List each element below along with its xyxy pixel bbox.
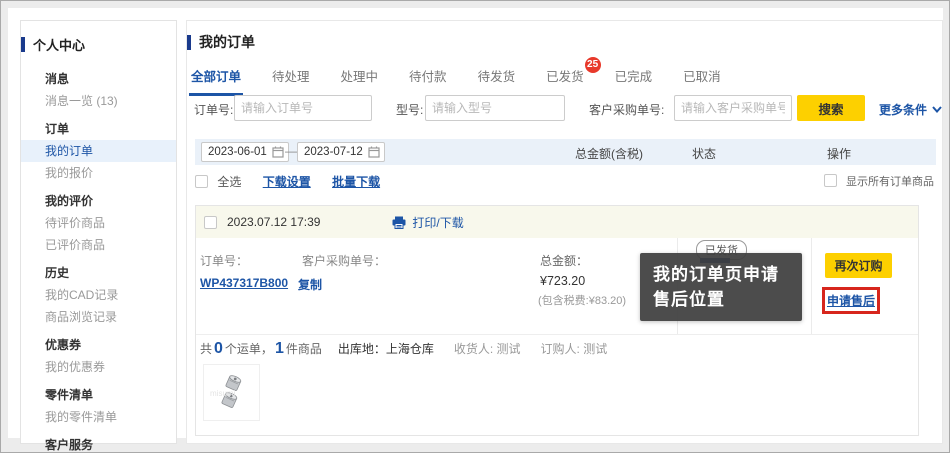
tab-completed[interactable]: 已完成 — [613, 66, 655, 96]
filter-bar: 2023-06-01 — 2023-07-12 总金额(含税) 状态 操作 — [195, 139, 936, 165]
model-label: 型号: — [396, 101, 423, 118]
order-select-checkbox[interactable] — [204, 216, 217, 229]
order-no-field-label: 订单号： — [200, 252, 248, 269]
sidebar-item-message-list[interactable]: 消息一览 (13) — [21, 90, 176, 112]
list-toolbar: 全选 下载设置 批量下载 显示所有订单商品 — [195, 173, 936, 191]
order-card-body: 订单号： 客户采购单号： 总金额： WP437317B800 复制 ¥723.2… — [196, 238, 918, 334]
shipments-mid: 个运单， — [225, 342, 273, 356]
column-header-amount: 总金额(含税) — [575, 145, 643, 162]
column-header-action: 操作 — [827, 145, 851, 162]
title-accent-bar — [21, 37, 25, 52]
order-no-input[interactable] — [234, 95, 372, 121]
page-background: 个人中心 消息 消息一览 (13) 订单 我的订单 我的报价 我的评价 待评价商… — [8, 8, 943, 438]
thumbnail-watermark: misumi — [210, 389, 235, 398]
sidebar-section-reviews: 我的评价 — [21, 190, 176, 212]
sidebar-section-coupons: 优惠券 — [21, 334, 176, 356]
amount-field-label: 总金额： — [540, 252, 588, 269]
sidebar-item-browse-history[interactable]: 商品浏览记录 — [21, 306, 176, 328]
show-all-items-label: 显示所有订单商品 — [846, 176, 934, 188]
po-input[interactable] — [674, 95, 792, 121]
more-filters-link[interactable]: 更多条件 — [879, 101, 942, 118]
column-header-status: 状态 — [692, 145, 716, 162]
items-count: 1 — [273, 340, 286, 357]
order-summary-line: 共0个运单，1件商品 出库地：上海仓库 收货人: 测试 订购人: 测试 — [200, 340, 607, 358]
printer-icon — [392, 216, 406, 229]
show-all-items-checkbox[interactable] — [824, 174, 837, 187]
date-range-dash: — — [285, 144, 297, 158]
sidebar-item-done-reviews[interactable]: 已评价商品 — [21, 234, 176, 256]
sidebar-section-messages: 消息 — [21, 68, 176, 90]
calendar-icon — [368, 146, 380, 158]
sidebar-section-customer-service: 客户服务 — [21, 434, 176, 453]
order-datetime: 2023.07.12 17:39 — [227, 215, 320, 229]
sidebar-item-cad-history[interactable]: 我的CAD记录 — [21, 284, 176, 306]
order-card-header: 2023.07.12 17:39 打印/下载 — [196, 206, 918, 238]
po-field-label: 客户采购单号： — [302, 252, 386, 269]
product-thumbnail[interactable]: misumi — [203, 364, 260, 421]
annotation-tooltip: 我的订单页申请售后位置 — [640, 253, 802, 321]
tab-pending[interactable]: 待处理 — [270, 66, 312, 96]
after-sales-highlight-box: 申请售后 — [822, 287, 880, 314]
reorder-button[interactable]: 再次订购 — [825, 253, 892, 278]
column-divider — [811, 238, 812, 334]
sidebar-title-row: 个人中心 — [21, 35, 176, 54]
warehouse-info: 出库地：上海仓库 — [338, 342, 434, 356]
sidebar-section-history: 历史 — [21, 262, 176, 284]
select-all-label: 全选 — [217, 175, 241, 189]
items-suffix: 件商品 — [286, 342, 322, 356]
date-from-field[interactable]: 2023-06-01 — [201, 142, 289, 162]
batch-download-link[interactable]: 批量下载 — [332, 175, 380, 189]
sidebar-section-orders: 订单 — [21, 118, 176, 140]
print-download-link[interactable]: 打印/下载 — [392, 214, 463, 231]
shipped-count-badge: 25 — [585, 57, 601, 73]
more-filters-label: 更多条件 — [879, 101, 927, 118]
shipments-prefix: 共 — [200, 342, 212, 356]
calendar-icon — [272, 146, 284, 158]
po-label: 客户采购单号: — [589, 101, 664, 118]
screenshot-frame: 个人中心 消息 消息一览 (13) 订单 我的订单 我的报价 我的评价 待评价商… — [0, 0, 950, 453]
show-all-items-control: 显示所有订单商品 — [824, 173, 934, 189]
search-row: 订单号: 型号: 客户采购单号: 搜索 更多条件 — [187, 95, 944, 121]
order-tax-note: (包含税费:¥83.20) — [538, 292, 626, 308]
sidebar-item-pending-reviews[interactable]: 待评价商品 — [21, 212, 176, 234]
sidebar-item-my-orders[interactable]: 我的订单 — [21, 140, 176, 162]
sidebar: 个人中心 消息 消息一览 (13) 订单 我的订单 我的报价 我的评价 待评价商… — [20, 20, 177, 444]
select-all-checkbox[interactable] — [195, 175, 208, 188]
tab-awaiting-payment[interactable]: 待付款 — [407, 66, 449, 96]
title-accent-bar — [187, 35, 191, 50]
order-card: 2023.07.12 17:39 打印/下载 订单号： 客户采购单号： 总金额：… — [195, 205, 919, 436]
sidebar-title: 个人中心 — [33, 35, 85, 54]
order-status-tabs: 全部订单 待处理 处理中 待付款 待发货 已发货25 已完成 已取消 — [189, 66, 942, 96]
apply-after-sales-link[interactable]: 申请售后 — [827, 292, 875, 309]
tab-cancelled[interactable]: 已取消 — [681, 66, 723, 96]
order-amount: ¥723.20 — [540, 274, 585, 288]
download-settings-link[interactable]: 下载设置 — [263, 175, 311, 189]
tab-processing[interactable]: 处理中 — [339, 66, 381, 96]
tab-shipped[interactable]: 已发货25 — [544, 66, 586, 96]
copy-order-no-link[interactable]: 复制 — [298, 276, 322, 293]
search-button[interactable]: 搜索 — [797, 95, 865, 121]
print-download-label: 打印/下载 — [412, 214, 463, 231]
date-to-value: 2023-07-12 — [304, 146, 363, 158]
order-no-label: 订单号: — [194, 101, 233, 118]
page-title-row: 我的订单 — [187, 21, 942, 52]
sidebar-section-parts-list: 零件清单 — [21, 384, 176, 406]
page-title: 我的订单 — [199, 32, 255, 52]
order-number-link[interactable]: WP437317B800 — [200, 276, 288, 290]
card-divider — [196, 334, 918, 335]
sidebar-item-my-parts-list[interactable]: 我的零件清单 — [21, 406, 176, 428]
orderer-info: 订购人: 测试 — [541, 342, 608, 356]
sidebar-item-my-coupons[interactable]: 我的优惠券 — [21, 356, 176, 378]
consignee-info: 收货人: 测试 — [454, 342, 521, 356]
chevron-down-icon — [932, 106, 942, 113]
tab-all-orders[interactable]: 全部订单 — [189, 66, 243, 96]
shipments-count: 0 — [212, 340, 225, 357]
tab-shipped-label: 已发货 — [546, 70, 584, 84]
sidebar-item-my-quotes[interactable]: 我的报价 — [21, 162, 176, 184]
date-from-value: 2023-06-01 — [208, 146, 267, 158]
date-to-field[interactable]: 2023-07-12 — [297, 142, 385, 162]
main-panel: 我的订单 全部订单 待处理 处理中 待付款 待发货 已发货25 已完成 已取消 … — [186, 20, 943, 444]
model-input[interactable] — [425, 95, 565, 121]
tab-awaiting-shipment[interactable]: 待发货 — [476, 66, 518, 96]
